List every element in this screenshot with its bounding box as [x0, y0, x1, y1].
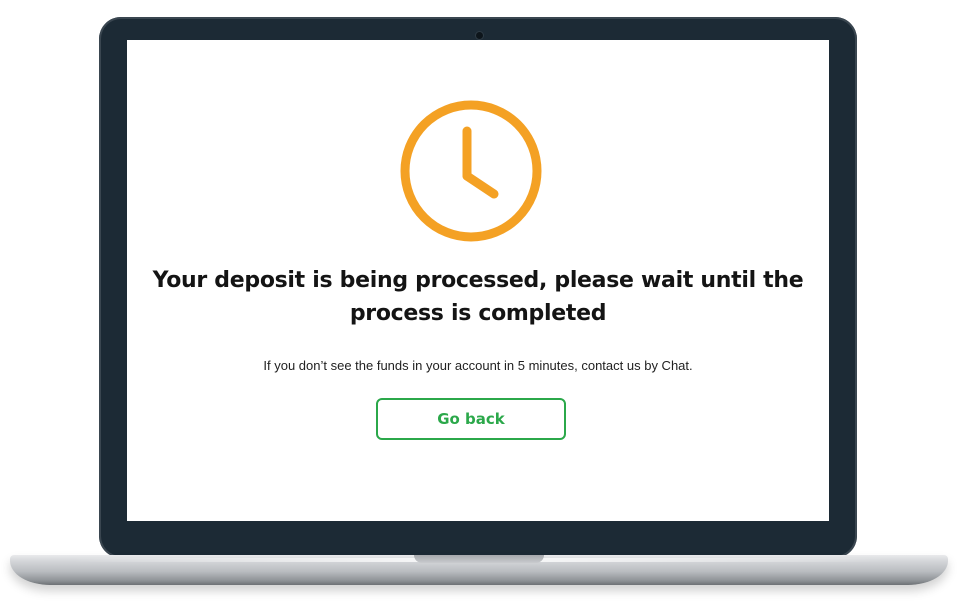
screen-content: Your deposit is being processed, please … — [127, 40, 829, 521]
lid-opening-notch — [414, 555, 544, 563]
webcam-dot — [476, 32, 483, 39]
laptop-base — [10, 555, 948, 585]
status-message: If you don’t see the funds in your accou… — [263, 358, 693, 373]
laptop-mockup: Your deposit is being processed, please … — [0, 0, 960, 610]
status-heading: Your deposit is being processed, please … — [152, 268, 804, 326]
go-back-button[interactable]: Go back — [376, 398, 566, 440]
clock-icon — [397, 97, 545, 245]
